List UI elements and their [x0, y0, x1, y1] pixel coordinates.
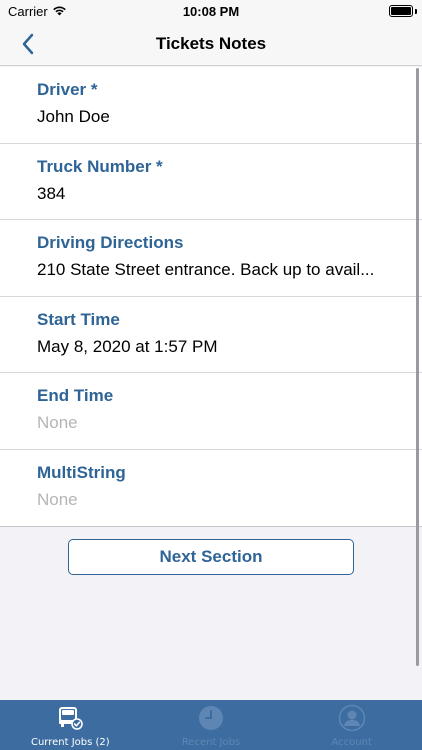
- truck-icon: [56, 704, 84, 732]
- next-section-button[interactable]: Next Section: [68, 539, 354, 575]
- field-value: None: [37, 489, 78, 509]
- field-label: Start Time: [37, 309, 120, 329]
- battery-cap: [415, 9, 417, 14]
- fields-list: Driver * John Doe Truck Number * 384 Dri…: [0, 67, 422, 527]
- field-label: Truck Number *: [37, 156, 163, 176]
- tab-label: Current Jobs (2): [30, 737, 110, 748]
- tab-bar: Current Jobs (2) Recent Jobs Account: [0, 700, 422, 750]
- tab-current-jobs[interactable]: Current Jobs (2): [0, 700, 141, 750]
- field-truck-number[interactable]: Truck Number * 384: [0, 144, 422, 220]
- field-driver[interactable]: Driver * John Doe: [0, 67, 422, 144]
- field-label: Driving Directions: [37, 233, 184, 252]
- field-label: MultiString: [37, 462, 126, 482]
- field-driving-directions[interactable]: Driving Directions 210 State Street entr…: [0, 220, 422, 297]
- clock-icon: [197, 704, 225, 732]
- tab-account[interactable]: Account: [281, 700, 422, 750]
- field-start-time[interactable]: Start Time May 8, 2020 at 1:57 PM: [0, 297, 422, 373]
- field-value: John Doe: [37, 107, 110, 126]
- tab-label: Account: [331, 737, 372, 748]
- tab-label: Recent Jobs: [181, 737, 241, 748]
- field-end-time[interactable]: End Time None: [0, 373, 422, 450]
- battery-icon: [389, 5, 413, 17]
- tab-recent-jobs[interactable]: Recent Jobs: [141, 700, 282, 750]
- page-title: Tickets Notes: [155, 34, 267, 53]
- field-value: None: [37, 413, 78, 432]
- scrollbar[interactable]: [416, 68, 419, 666]
- status-bar: Carrier 10:08 PM: [0, 0, 422, 22]
- person-icon: [338, 704, 366, 732]
- field-multistring[interactable]: MultiString None: [0, 450, 422, 527]
- field-value: May 8, 2020 at 1:57 PM: [37, 336, 218, 356]
- status-time: 10:08 PM: [182, 4, 240, 19]
- field-value: 384: [37, 183, 66, 203]
- screen: Carrier 10:08 PM Tickets Notes Driver * …: [0, 0, 422, 750]
- field-value: 210 State Street entrance. Back up to av…: [37, 260, 375, 279]
- nav-bar: Tickets Notes: [0, 22, 422, 66]
- field-label: Driver *: [37, 80, 98, 99]
- field-label: End Time: [37, 386, 114, 405]
